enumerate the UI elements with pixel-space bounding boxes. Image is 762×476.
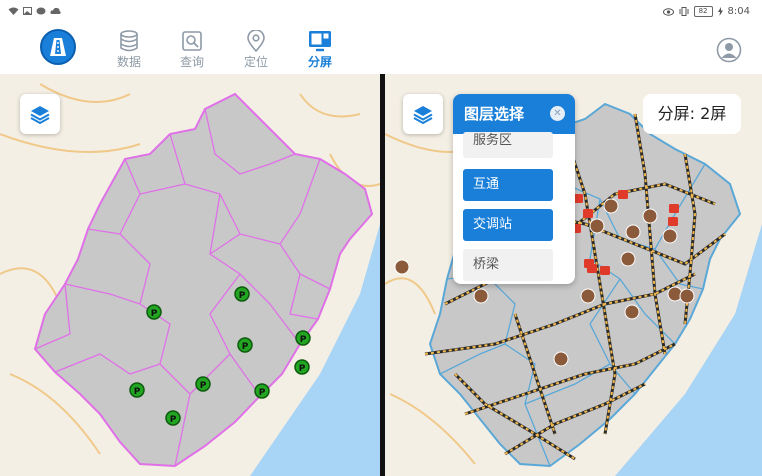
- traffic-station-marker[interactable]: [624, 304, 640, 320]
- nav-query-label: 查询: [179, 55, 204, 69]
- svg-text:P: P: [242, 342, 249, 352]
- svg-text:P: P: [170, 415, 177, 425]
- charging-icon: [717, 7, 723, 16]
- parking-marker[interactable]: P: [195, 376, 211, 392]
- svg-text:P: P: [300, 335, 307, 345]
- layers-icon: [30, 106, 50, 125]
- eye-icon: [662, 7, 674, 16]
- close-icon[interactable]: ✕: [550, 106, 565, 121]
- parking-marker[interactable]: P: [254, 383, 270, 399]
- layer-panel-header: 图层选择 ✕: [453, 94, 575, 134]
- parking-marker[interactable]: P: [294, 359, 310, 375]
- split-screen-icon: [309, 31, 331, 52]
- layer-option-label: 交调站: [473, 217, 513, 232]
- svg-text:P: P: [239, 291, 246, 301]
- image-icon: [23, 7, 32, 15]
- split-count-label: 分屏: 2屏: [643, 94, 741, 134]
- nav-locate[interactable]: 定位: [234, 28, 278, 72]
- traffic-station-marker[interactable]: [473, 288, 489, 304]
- interchange-marker[interactable]: [668, 217, 678, 226]
- map-left-pane[interactable]: P P P P P P P P P: [0, 74, 380, 476]
- nav-data-label: 数据: [116, 55, 141, 69]
- interchange-marker[interactable]: [583, 209, 593, 218]
- parking-marker[interactable]: P: [234, 286, 250, 302]
- battery-indicator: 82: [693, 6, 713, 17]
- layer-option-bridge[interactable]: 桥梁: [463, 249, 553, 281]
- status-left-icons: [8, 7, 61, 15]
- layer-option-service-area[interactable]: 服务区: [463, 132, 553, 158]
- svg-text:P: P: [299, 364, 306, 374]
- layer-option-label: 桥梁: [473, 257, 500, 272]
- chat-icon: [36, 7, 46, 15]
- parking-marker[interactable]: P: [237, 337, 253, 353]
- traffic-station-marker[interactable]: [642, 208, 658, 224]
- left-map-canvas[interactable]: P P P P P P P P P: [0, 74, 380, 476]
- layer-panel-title: 图层选择: [464, 105, 525, 123]
- traffic-station-marker[interactable]: [620, 251, 636, 267]
- status-time: 8:04: [727, 6, 750, 17]
- traffic-station-marker[interactable]: [580, 288, 596, 304]
- app-logo[interactable]: [40, 29, 76, 65]
- cloud-icon: [50, 7, 61, 14]
- layer-option-label: 互通: [473, 177, 500, 192]
- traffic-station-marker[interactable]: [589, 218, 605, 234]
- parking-marker[interactable]: P: [165, 410, 181, 426]
- traffic-station-marker[interactable]: [603, 198, 619, 214]
- user-account-icon[interactable]: [716, 37, 742, 63]
- traffic-station-marker[interactable]: [625, 224, 641, 240]
- right-layers-button[interactable]: [403, 94, 443, 134]
- status-bar: 82 8:04: [0, 0, 762, 26]
- layer-option-traffic-station[interactable]: 交调站: [463, 209, 553, 241]
- nav-split-screen[interactable]: 分屏: [298, 28, 342, 72]
- database-icon: [120, 30, 138, 52]
- traffic-station-marker[interactable]: [679, 288, 695, 304]
- svg-text:P: P: [134, 387, 141, 397]
- parking-marker[interactable]: P: [146, 304, 162, 320]
- layer-select-panel: 图层选择 ✕ 服务区 互通 交调站 桥梁: [453, 94, 575, 284]
- left-layers-button[interactable]: [20, 94, 60, 134]
- wifi-icon: [8, 7, 19, 15]
- search-icon: [182, 31, 202, 51]
- interchange-marker[interactable]: [584, 259, 594, 268]
- svg-text:P: P: [200, 381, 207, 391]
- parking-marker[interactable]: P: [129, 382, 145, 398]
- traffic-station-marker[interactable]: [662, 228, 678, 244]
- nav-locate-label: 定位: [243, 55, 268, 69]
- interchange-marker[interactable]: [600, 266, 610, 275]
- top-nav-bar: 数据 查询 定位 分屏: [0, 26, 762, 74]
- nav-split-screen-label: 分屏: [307, 55, 332, 69]
- traffic-station-marker[interactable]: [394, 259, 410, 275]
- interchange-marker[interactable]: [669, 204, 679, 213]
- layer-option-interchange[interactable]: 互通: [463, 169, 553, 201]
- interchange-marker[interactable]: [618, 190, 628, 199]
- traffic-station-marker[interactable]: [553, 351, 569, 367]
- location-pin-icon: [247, 30, 265, 52]
- layers-icon: [413, 106, 433, 125]
- parking-marker[interactable]: P: [295, 330, 311, 346]
- status-right-icons: 82 8:04: [662, 6, 750, 17]
- svg-text:P: P: [151, 309, 158, 319]
- highway-logo-icon: [50, 38, 66, 56]
- layer-option-label: 服务区: [473, 133, 513, 148]
- vibrate-icon: [679, 7, 689, 16]
- nav-query[interactable]: 查询: [170, 28, 214, 72]
- svg-text:P: P: [259, 388, 266, 398]
- nav-data[interactable]: 数据: [107, 28, 151, 72]
